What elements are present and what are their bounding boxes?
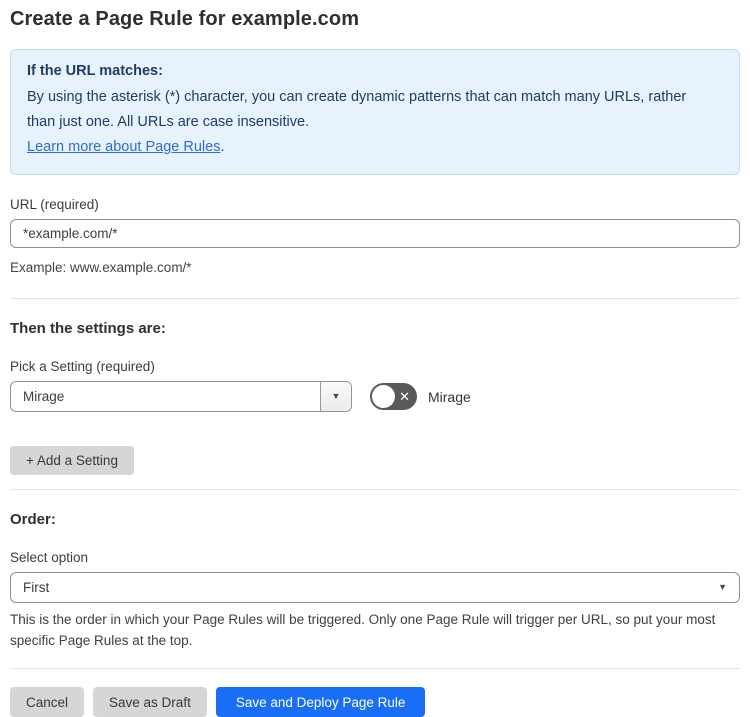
divider [10,668,740,669]
toggle-knob [372,385,395,408]
save-as-draft-button[interactable]: Save as Draft [93,687,207,717]
save-and-deploy-button[interactable]: Save and Deploy Page Rule [215,687,426,717]
order-helper-text: This is the order in which your Page Rul… [10,612,716,648]
divider [10,298,740,299]
setting-select[interactable]: Mirage ▼ [10,381,352,412]
order-select-value: First [23,580,50,595]
page-title: Create a Page Rule for example.com [10,8,360,30]
order-section-heading: Order: [10,511,56,528]
cancel-button[interactable]: Cancel [10,687,85,717]
order-select[interactable]: First ▼ [10,572,740,603]
caret-down-icon: ▼ [331,391,341,401]
footer-actions: Cancel Save as Draft Save and Deploy Pag… [10,687,740,717]
select-option-label: Select option [10,550,89,565]
divider [10,489,740,490]
url-match-info-box: If the URL matches: By using the asteris… [10,49,740,175]
setting-select-arrow-button[interactable]: ▼ [320,382,351,411]
info-box-heading: If the URL matches: [27,63,163,79]
toggle-label: Mirage [428,388,471,405]
page-container: Create a Page Rule for example.com If th… [0,0,750,717]
info-box-body: By using the asterisk (*) character, you… [27,89,687,130]
setting-select-value: Mirage [23,389,65,404]
url-example-helper: Example: www.example.com/* [10,260,192,275]
x-icon: ✕ [399,388,410,404]
learn-more-link[interactable]: Learn more about Page Rules [27,139,220,155]
url-input[interactable] [10,219,740,248]
settings-section-heading: Then the settings are: [10,320,166,337]
mirage-toggle[interactable]: ✕ [370,383,417,410]
url-field-label: URL (required) [10,197,99,212]
link-suffix: . [220,139,225,155]
caret-down-icon: ▼ [718,582,727,592]
info-link-line: Learn more about Page Rules. [27,135,723,160]
pick-setting-label: Pick a Setting (required) [10,359,155,374]
add-setting-button[interactable]: + Add a Setting [10,446,134,475]
setting-row: Mirage ▼ ✕ Mirage [10,381,740,412]
